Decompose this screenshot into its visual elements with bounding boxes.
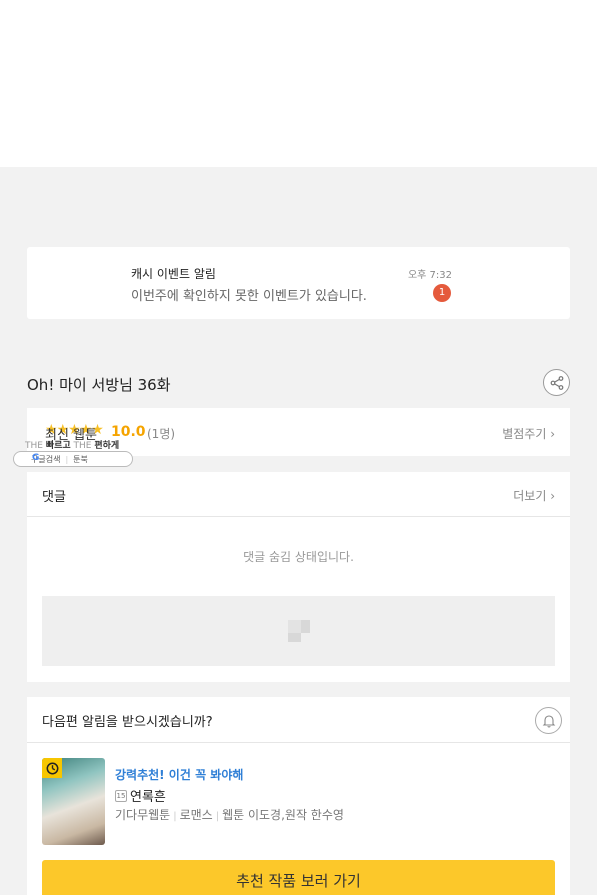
promo-easy: 편하게 (94, 441, 120, 451)
google-icon: G (32, 453, 40, 463)
credits: 웹툰 이도경,원작 한수영 (222, 808, 344, 822)
promo-search-pill[interactable]: G 구글검색 | 툰북 (13, 451, 133, 467)
episode-title: Oh! 마이 서방님 36화 (27, 376, 171, 394)
rate-button[interactable]: 별점주기 › (502, 425, 555, 442)
notify-bell-button[interactable] (535, 707, 562, 734)
ad-logo-icon (288, 620, 310, 642)
recommendation-title-row[interactable]: 15 연록흔 (115, 786, 166, 805)
comments-hidden-message: 댓글 숨김 상태입니다. (243, 550, 354, 564)
share-button[interactable] (543, 369, 570, 396)
next-episode-question: 다음편 알림을 받으시겠습니까? (42, 715, 213, 730)
meta-divider: | (215, 811, 220, 822)
genre-romance: 로맨스 (179, 808, 213, 822)
promo-slogan[interactable]: THE 빠르고 THE 편하게 (25, 438, 119, 451)
share-icon (550, 375, 563, 390)
promo-the-1: THE (25, 441, 43, 451)
notification-message: 이번주에 확인하지 못한 이벤트가 있습니다. (131, 289, 367, 304)
promo-fast: 빠르고 (45, 441, 71, 451)
recommendation-meta: 기다무웹툰 | 로맨스 | 웹툰 이도경,원작 한수영 (115, 806, 344, 823)
bell-icon (542, 714, 555, 728)
comments-card: 댓글 더보기 › 댓글 숨김 상태입니다. (27, 472, 570, 682)
clock-icon (42, 758, 62, 778)
comments-title: 댓글 (42, 490, 66, 505)
promo-divider: | (65, 454, 69, 464)
notification-time: 오후 7:32 (407, 270, 452, 281)
cash-event-notification[interactable]: 캐시 이벤트 알림 이번주에 확인하지 못한 이벤트가 있습니다. 오후 7:3… (27, 247, 570, 319)
top-blank-area (0, 0, 597, 167)
next-episode-card: 다음편 알림을 받으시겠습니까? 강력추천! 이건 꼭 봐야해 15 연록흔 기… (27, 697, 570, 895)
recommendation-label: 강력추천! 이건 꼭 봐야해 (115, 768, 244, 782)
notification-title: 캐시 이벤트 알림 (131, 267, 216, 281)
meta-divider: | (173, 811, 177, 822)
recommendation-title: 연록흔 (130, 790, 166, 805)
promo-the-2: THE (73, 441, 92, 451)
view-recommended-button[interactable]: 추천 작품 보러 가기 (42, 860, 555, 895)
comments-header: 댓글 더보기 › (27, 472, 570, 517)
rating-count: (1명) (147, 427, 176, 441)
genre-wait-free: 기다무웹툰 (115, 808, 171, 822)
notification-badge: 1 (433, 284, 451, 302)
toonbook-label: 툰북 (73, 454, 88, 464)
recommended-webtoon-thumbnail[interactable] (42, 758, 105, 845)
comments-more-button[interactable]: 더보기 › (513, 487, 555, 504)
ad-placeholder[interactable] (42, 596, 555, 666)
next-episode-header: 다음편 알림을 받으시겠습니까? (27, 697, 570, 743)
age-rating-badge: 15 (115, 789, 127, 802)
